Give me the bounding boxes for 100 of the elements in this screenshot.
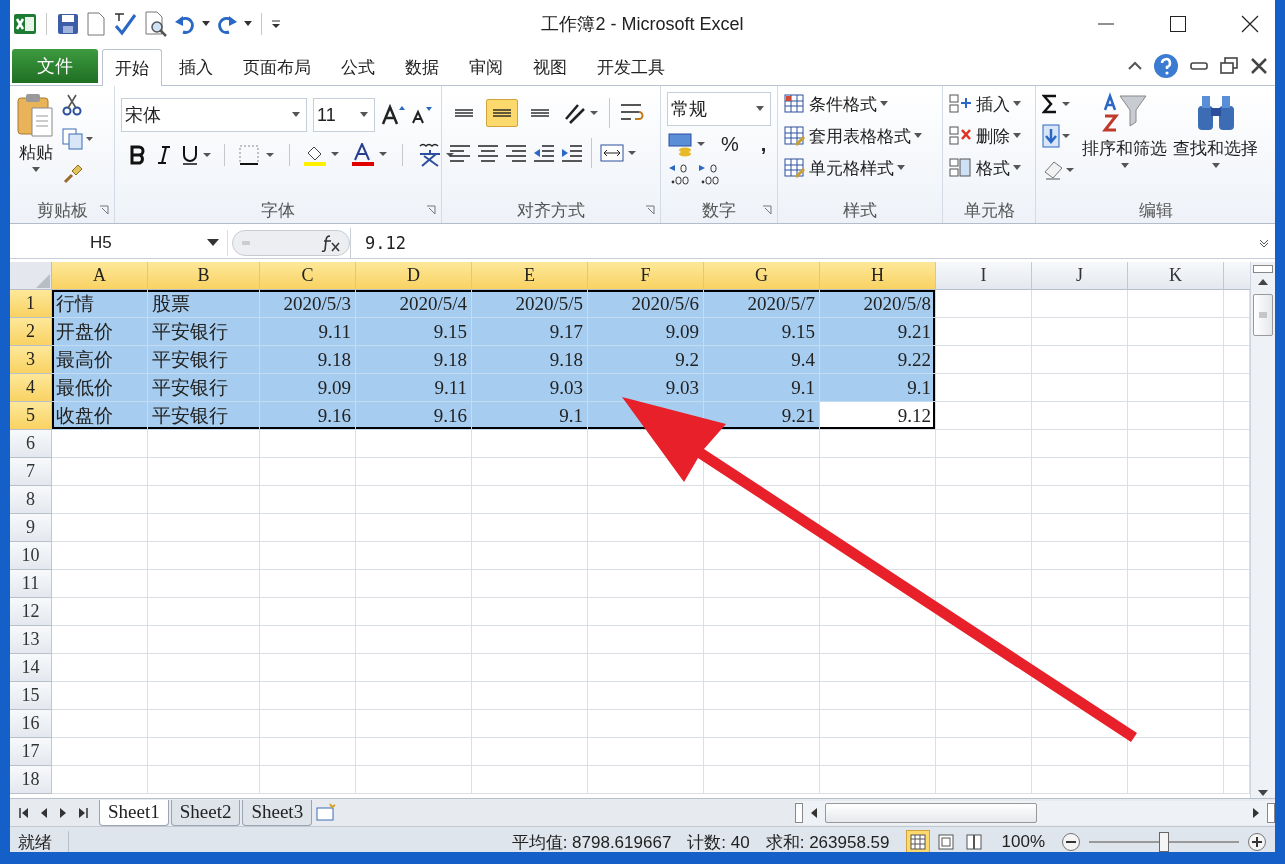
row-header[interactable]: 2 <box>10 318 52 346</box>
column-header[interactable]: K <box>1128 262 1224 290</box>
column-header[interactable]: E <box>472 262 588 290</box>
restore-icon[interactable] <box>1219 56 1239 76</box>
last-sheet-icon[interactable] <box>77 806 89 819</box>
column-header[interactable]: A <box>52 262 148 290</box>
cells-menu-button[interactable]: 插入 <box>949 90 1021 118</box>
copy-icon[interactable] <box>62 128 94 150</box>
spelling-check-icon[interactable] <box>112 10 138 37</box>
currency-icon[interactable] <box>667 131 707 157</box>
row-header[interactable]: 3 <box>10 346 52 374</box>
fill-down-icon[interactable] <box>1042 124 1072 148</box>
help-icon[interactable] <box>1153 53 1179 79</box>
zoom-out-icon[interactable] <box>1061 832 1081 852</box>
style-menu-button[interactable]: 单元格样式 <box>784 154 905 182</box>
dialog-launcher-icon[interactable] <box>426 205 436 215</box>
cells-menu-button[interactable]: 删除 <box>949 122 1021 150</box>
decrease-indent-icon[interactable] <box>532 143 556 163</box>
caret-icon[interactable] <box>244 20 252 27</box>
split-handle[interactable] <box>1253 265 1273 273</box>
row-header[interactable]: 14 <box>10 654 52 682</box>
split-handle[interactable] <box>795 802 803 823</box>
grow-font-icon[interactable] <box>381 104 405 126</box>
normal-view-button[interactable] <box>905 830 930 852</box>
vertical-scrollbar[interactable] <box>1250 262 1275 798</box>
cut-icon[interactable] <box>62 94 82 116</box>
maximize-icon[interactable] <box>1169 14 1187 33</box>
style-menu-button[interactable]: 条件格式 <box>784 90 888 118</box>
column-header[interactable]: G <box>704 262 820 290</box>
cells-menu-button[interactable]: 格式 <box>949 154 1021 182</box>
increase-indent-icon[interactable] <box>560 143 584 163</box>
insert-function-icon[interactable] <box>321 234 341 252</box>
column-header[interactable]: B <box>148 262 260 290</box>
resize-handle-icon[interactable] <box>241 240 251 246</box>
comma-style-button[interactable]: , <box>752 132 775 156</box>
row-header[interactable]: 5 <box>10 402 52 430</box>
row-header[interactable]: 9 <box>10 514 52 542</box>
autosum-icon[interactable] <box>1042 94 1072 114</box>
number-format-field[interactable]: 常规 <box>667 92 771 126</box>
row-header[interactable]: 12 <box>10 598 52 626</box>
column-header[interactable]: I <box>936 262 1032 290</box>
row-header[interactable]: 4 <box>10 374 52 402</box>
vertical-align-button[interactable] <box>486 99 518 127</box>
ribbon-tab[interactable]: 数据 <box>392 49 452 85</box>
formula-field[interactable]: 9.12 <box>350 228 1257 258</box>
scroll-right-icon[interactable] <box>1251 806 1261 819</box>
ribbon-tab[interactable]: 公式 <box>328 49 388 85</box>
scroll-thumb[interactable] <box>825 802 1037 823</box>
borders-icon[interactable] <box>238 144 276 166</box>
increase-decimal-icon[interactable] <box>667 162 691 186</box>
row-header[interactable]: 18 <box>10 766 52 794</box>
sheet-tab[interactable]: Sheet3 <box>242 799 313 826</box>
style-menu-button[interactable]: 套用表格格式 <box>784 122 922 150</box>
row-header[interactable]: 17 <box>10 738 52 766</box>
scroll-thumb[interactable] <box>1253 294 1273 336</box>
italic-icon[interactable] <box>157 145 171 165</box>
merge-center-icon[interactable] <box>599 142 637 164</box>
ribbon-tab[interactable]: 开始 <box>102 49 162 86</box>
zoom-level[interactable]: 100% <box>1001 832 1045 852</box>
row-header[interactable]: 7 <box>10 458 52 486</box>
column-header[interactable]: F <box>588 262 704 290</box>
dialog-launcher-icon[interactable] <box>762 205 772 215</box>
align-right-icon[interactable] <box>504 143 528 163</box>
save-icon[interactable] <box>56 11 80 36</box>
column-header[interactable]: H <box>820 262 936 290</box>
scroll-up-icon[interactable] <box>1257 277 1269 287</box>
font-size-field[interactable]: 11 <box>313 98 375 132</box>
dialog-launcher-icon[interactable] <box>99 205 109 215</box>
zoom-in-icon[interactable] <box>1247 832 1267 852</box>
ribbon-tab[interactable]: 插入 <box>166 49 226 85</box>
ribbon-tab[interactable]: 视图 <box>520 49 580 85</box>
row-header[interactable]: 1 <box>10 290 52 318</box>
font-name-field[interactable]: 宋体 <box>121 98 307 132</box>
ribbon-tab[interactable]: 审阅 <box>456 49 516 85</box>
center-icon[interactable] <box>476 143 500 163</box>
previous-sheet-icon[interactable] <box>39 806 49 819</box>
find-select-button[interactable]: 查找和选择 <box>1173 92 1258 169</box>
row-header[interactable]: 8 <box>10 486 52 514</box>
percent-style-button[interactable]: % <box>713 132 747 156</box>
align-left-icon[interactable] <box>448 143 472 163</box>
close-icon[interactable] <box>1241 14 1259 33</box>
next-sheet-icon[interactable] <box>58 806 68 819</box>
row-header[interactable]: 6 <box>10 430 52 458</box>
font-color-icon[interactable] <box>351 143 389 167</box>
horizontal-scrollbar[interactable] <box>795 800 1275 825</box>
column-header[interactable]: C <box>260 262 356 290</box>
first-sheet-icon[interactable] <box>18 806 30 819</box>
row-header[interactable]: 16 <box>10 710 52 738</box>
bold-icon[interactable] <box>129 145 147 165</box>
zoom-slider-thumb[interactable] <box>1159 832 1169 852</box>
caret-icon[interactable] <box>202 20 210 27</box>
customize-toolbar-icon[interactable] <box>271 18 281 29</box>
sort-filter-button[interactable]: 排序和筛选 <box>1082 92 1167 169</box>
minimize-icon[interactable] <box>1189 60 1209 72</box>
sheet-tab[interactable]: Sheet2 <box>170 799 241 826</box>
scroll-left-icon[interactable] <box>809 806 819 819</box>
sheet-tab[interactable]: Sheet1 <box>99 799 169 826</box>
format-painter-icon[interactable] <box>62 162 84 184</box>
shrink-font-icon[interactable] <box>411 105 433 125</box>
paste-button[interactable]: 粘贴 <box>16 92 56 173</box>
